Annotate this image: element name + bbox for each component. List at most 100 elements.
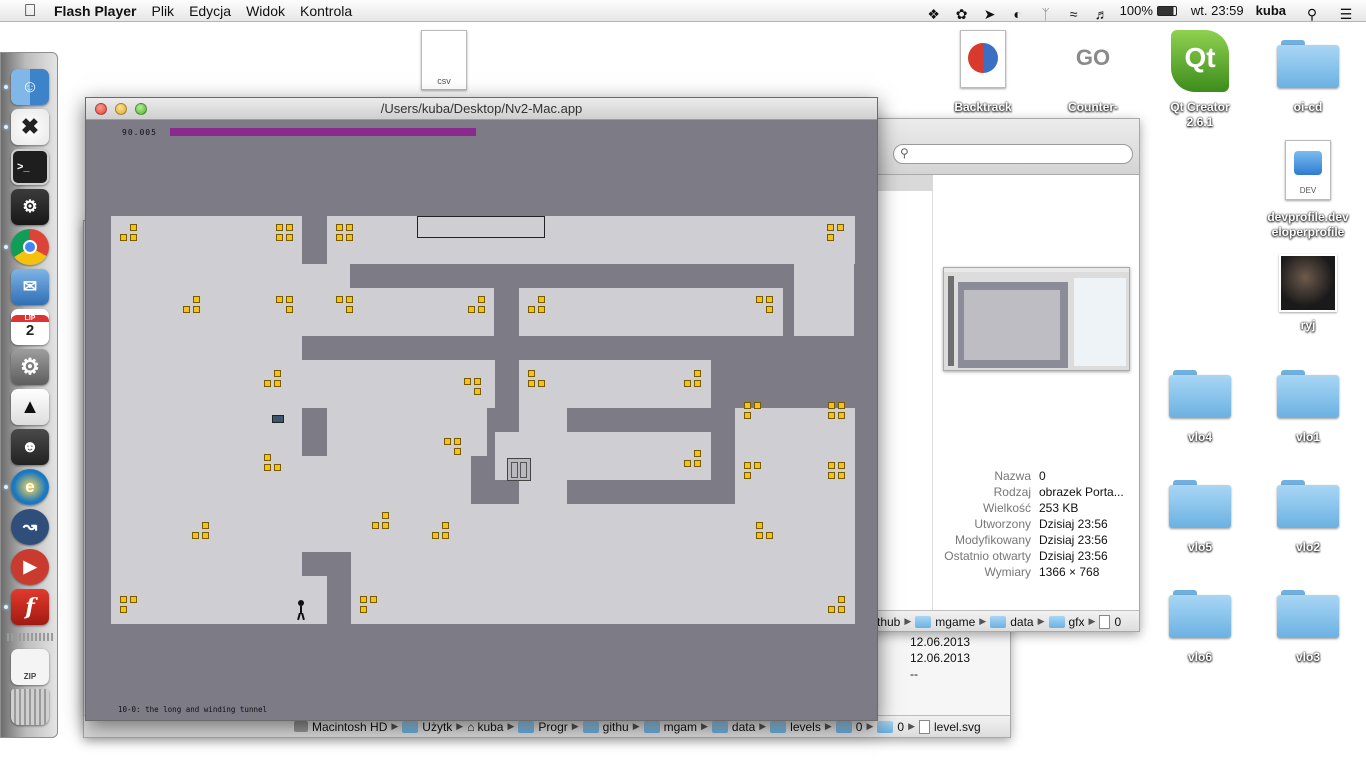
chrome-icon[interactable] (11, 229, 49, 265)
volume-icon[interactable]: ♬ (1092, 3, 1112, 22)
path-crumb[interactable]: ⌂ kuba (467, 720, 503, 734)
clock[interactable]: wt. 23:59 (1191, 0, 1244, 22)
path-crumb[interactable]: level.svg (919, 719, 981, 734)
path-crumb-label: mgame (935, 614, 976, 629)
squirrel-icon[interactable]: ✿ (952, 3, 972, 22)
gold-piece (744, 402, 751, 409)
path-crumb[interactable]: mgam (643, 720, 697, 734)
media-player-icon[interactable]: ▶ (11, 549, 49, 585)
gold-piece (264, 454, 271, 461)
path-crumb[interactable]: mgame (915, 615, 975, 629)
wifi-icon[interactable]: ≈ (1064, 3, 1084, 22)
desktop-file-csv[interactable]: csv (389, 30, 499, 90)
terminal-icon[interactable]: >_ (11, 149, 49, 185)
bluetooth-icon[interactable]: ᛉ (1036, 3, 1056, 22)
desktop-folder-vlo4[interactable]: vlo4 (1145, 370, 1255, 445)
finder-icon[interactable]: ☺ (11, 69, 49, 105)
desktop-label: vlo1 (1295, 430, 1320, 444)
menu-app-name[interactable]: Flash Player (54, 0, 137, 22)
desktop-file-devprofile[interactable]: DEV devprofile.dev eloperprofile (1253, 140, 1363, 240)
x11-icon[interactable]: ✖ (11, 109, 49, 145)
menu-widok[interactable]: Widok (246, 0, 285, 22)
folder-icon (990, 615, 1007, 628)
gold-piece (274, 380, 281, 387)
gold-piece (346, 234, 353, 241)
desktop-label: ryj (1300, 318, 1316, 332)
hard-disk-icon (294, 721, 308, 732)
floor-tile (111, 576, 327, 624)
path-crumb[interactable]: gfx (1048, 615, 1085, 629)
gold-piece (828, 462, 835, 469)
gold-piece (286, 306, 293, 313)
path-crumb[interactable]: Macintosh HD (294, 720, 387, 734)
desktop-folder-vlo1[interactable]: vlo1 (1253, 370, 1363, 445)
zip-archive-icon[interactable]: ZIP (11, 649, 49, 685)
home-icon: ⌂ (467, 719, 475, 734)
zoom-button[interactable] (135, 103, 147, 115)
game-canvas[interactable]: 90.005 10-0: the long and winding tunnel (86, 120, 877, 720)
desktop-image-ryj[interactable]: ryj (1253, 254, 1363, 333)
path-crumb[interactable]: data (990, 615, 1034, 629)
dropbox-icon[interactable]: ❖ (924, 3, 944, 22)
desktop-folder-oi-cd[interactable]: oi-cd (1253, 40, 1363, 115)
user-menu[interactable]: kuba (1256, 0, 1286, 22)
steam-icon[interactable]: ⚙ (11, 189, 49, 225)
path-crumb[interactable]: 0 (1099, 614, 1121, 629)
menu-kontrola[interactable]: Kontrola (300, 0, 352, 22)
browser-app-icon[interactable]: e (11, 469, 49, 505)
finder-front-path-bar: thub ▶ mgame ▶ data ▶ gfx ▶ 0 (871, 610, 1139, 631)
desktop-folder-vlo3[interactable]: vlo3 (1253, 590, 1363, 665)
desktop-folder-vlo6[interactable]: vlo6 (1145, 590, 1255, 665)
inkscape-icon[interactable]: ▲ (11, 389, 49, 425)
gold-piece (838, 412, 845, 419)
counter-strike-icon: GO (1061, 30, 1125, 86)
notification-center-icon[interactable]: ☰ (1336, 3, 1356, 22)
flash-player-icon[interactable]: f (11, 589, 49, 625)
battery-icon[interactable] (1156, 6, 1177, 16)
gold-piece (828, 412, 835, 419)
gold-piece (192, 532, 199, 539)
finder-window-front[interactable]: ⚲ Nazwa 0 Rodzaj obrazek Porta... Wielkość… (870, 118, 1140, 632)
path-crumb[interactable]: Użytk (402, 720, 452, 734)
github-icon[interactable]: ☻ (11, 429, 49, 465)
path-crumb[interactable]: thub (877, 615, 900, 629)
desktop-folder-vlo5[interactable]: vlo5 (1145, 480, 1255, 555)
menu-edycja[interactable]: Edycja (189, 0, 231, 22)
desktop-icon-counter-strike[interactable]: GO Counter- (1038, 30, 1148, 115)
path-crumb[interactable]: githu (582, 720, 629, 734)
path-crumb[interactable]: 0 (877, 720, 904, 734)
info-key: Rodzaj (993, 485, 1031, 499)
menu-plik[interactable]: Plik (152, 0, 175, 22)
path-crumb[interactable]: levels (770, 720, 821, 734)
gold-piece (286, 224, 293, 231)
stats-app-icon[interactable]: ↝ (11, 509, 49, 545)
spotlight-search-icon[interactable]: ⚲ (1302, 3, 1322, 22)
path-crumb[interactable]: data (711, 720, 755, 734)
path-crumb[interactable]: 0 (835, 719, 863, 734)
desktop-icon-backtrack[interactable]: Backtrack (928, 30, 1038, 115)
path-arrow-icon: ▶ (456, 721, 464, 731)
folder-icon (1277, 370, 1339, 418)
path-crumb-label: Użytk (422, 719, 453, 734)
trash-icon[interactable] (11, 689, 49, 725)
battery-percent[interactable]: 100% (1120, 0, 1153, 22)
desktop-icon-qt-creator[interactable]: Qt Qt Creator 2.6.1 (1145, 30, 1255, 130)
system-preferences-icon[interactable]: ⚙ (11, 349, 49, 385)
path-crumb-label: 0 (855, 719, 863, 734)
path-crumb[interactable]: Progr (518, 720, 568, 734)
mail-icon[interactable]: ✉ (11, 269, 49, 305)
calendar-icon[interactable]: LIP 2 (11, 309, 49, 345)
search-field[interactable]: ⚲ (893, 144, 1133, 164)
apple-icon[interactable]:  (19, 0, 41, 22)
desktop-folder-vlo2[interactable]: vlo2 (1253, 480, 1363, 555)
close-button[interactable] (95, 103, 107, 115)
flash-player-window[interactable]: /Users/kuba/Desktop/Nv2-Mac.app 90.005 1… (85, 97, 878, 721)
time-machine-icon[interactable]: ◐ (1008, 3, 1028, 22)
window-titlebar[interactable]: /Users/kuba/Desktop/Nv2-Mac.app (86, 98, 877, 120)
minimize-button[interactable] (115, 103, 127, 115)
paper-plane-icon[interactable]: ➤ (980, 3, 1000, 22)
folder-icon (770, 720, 787, 733)
gold-piece (684, 460, 691, 467)
folder-icon (402, 720, 419, 733)
desktop-label: vlo2 (1295, 540, 1320, 554)
